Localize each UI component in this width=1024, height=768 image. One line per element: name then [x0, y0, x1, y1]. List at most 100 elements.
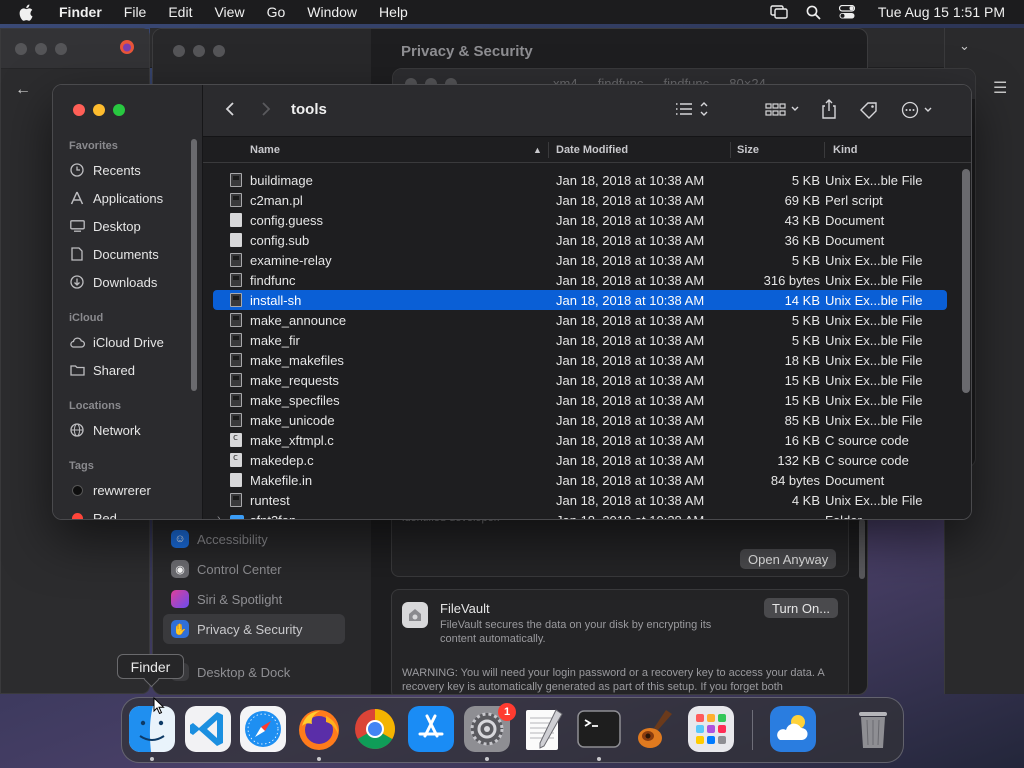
file-row[interactable]: make_makefiles Jan 18, 2018 at 10:38 AM 18… — [213, 350, 947, 370]
file-row[interactable]: install-sh Jan 18, 2018 at 10:38 AM 14 KB U… — [213, 290, 947, 310]
sidebar-item-applications[interactable]: Applications — [69, 187, 163, 209]
file-row[interactable]: examine-relay Jan 18, 2018 at 10:38 AM 5 K… — [213, 250, 947, 270]
back-arrow-icon[interactable]: ← — [15, 81, 31, 99]
window-minimize-button[interactable] — [93, 104, 105, 116]
dock-garageband-icon[interactable] — [632, 706, 678, 752]
dock-separator — [752, 710, 753, 750]
sidebar-item-documents[interactable]: Documents — [69, 243, 159, 265]
settings-item-privacy-security[interactable]: ✋ Privacy & Security — [163, 614, 345, 644]
sidebar-item-network[interactable]: Network — [69, 419, 141, 441]
dock-chrome-icon[interactable] — [352, 706, 398, 752]
file-row[interactable]: Makefile.in Jan 18, 2018 at 10:38 AM 84 by… — [213, 470, 947, 490]
sidebar-item-tag-red[interactable]: Red — [69, 507, 117, 519]
file-row[interactable]: make_requests Jan 18, 2018 at 10:38 AM 15 … — [213, 370, 947, 390]
column-header-date[interactable]: Date Modified — [556, 144, 628, 156]
file-date-modified: Jan 18, 2018 at 10:38 AM — [556, 473, 705, 488]
share-icon[interactable] — [821, 99, 837, 119]
applications-icon — [69, 190, 85, 206]
menu-app-name[interactable]: Finder — [59, 4, 102, 20]
tag-icon[interactable] — [859, 101, 879, 119]
sidebar-item-downloads[interactable]: Downloads — [69, 271, 157, 293]
hamburger-menu-icon[interactable]: ☰ — [993, 78, 1007, 98]
window-close-button[interactable] — [173, 45, 185, 57]
column-header-size[interactable]: Size — [737, 144, 759, 156]
dock-launchpad-icon[interactable] — [688, 706, 734, 752]
window-zoom-button[interactable] — [55, 42, 67, 55]
menu-window[interactable]: Window — [307, 4, 357, 20]
dock-firefox-icon[interactable] — [296, 706, 342, 752]
file-row[interactable]: findfunc Jan 18, 2018 at 10:38 AM 316 byte… — [213, 270, 947, 290]
file-kind: C source code — [825, 433, 909, 448]
file-list-scrollbar[interactable] — [962, 169, 970, 393]
settings-item-desktop-dock[interactable]: Desktop & Dock — [163, 657, 345, 687]
sidebar-item-tag-rewwrerer[interactable]: rewwrerer — [69, 479, 151, 501]
dock-app-store-icon[interactable] — [408, 706, 454, 752]
dock-textedit-icon[interactable] — [520, 706, 566, 752]
file-row[interactable]: config.guess Jan 18, 2018 at 10:38 AM 43 K… — [213, 210, 947, 230]
menu-edit[interactable]: Edit — [168, 4, 192, 20]
file-date-modified: Jan 18, 2018 at 10:38 AM — [556, 173, 705, 188]
file-row[interactable]: make_fir Jan 18, 2018 at 10:38 AM 5 KB Unix… — [213, 330, 947, 350]
list-view-icon[interactable] — [675, 101, 711, 117]
menu-help[interactable]: Help — [379, 4, 408, 20]
file-row[interactable]: buildimage Jan 18, 2018 at 10:38 AM 5 KB Un… — [213, 170, 947, 190]
background-window-titlebar — [1, 29, 149, 69]
window-zoom-button[interactable] — [213, 45, 225, 57]
dock-vscode-icon[interactable] — [185, 706, 231, 752]
settings-item-siri-spotlight[interactable]: Siri & Spotlight — [163, 584, 345, 614]
group-view-icon[interactable] — [765, 101, 801, 117]
menu-go[interactable]: Go — [267, 4, 286, 20]
apple-icon[interactable] — [19, 3, 37, 21]
sidebar-scrollbar[interactable] — [191, 139, 197, 391]
sidebar-item-icloud-drive[interactable]: iCloud Drive — [69, 331, 164, 353]
settings-scrollbar[interactable] — [859, 519, 865, 579]
file-row[interactable]: config.sub Jan 18, 2018 at 10:38 AM 36 KB D… — [213, 230, 947, 250]
file-row[interactable]: makedep.c Jan 18, 2018 at 10:38 AM 132 KB C… — [213, 450, 947, 470]
file-row[interactable]: make_announce Jan 18, 2018 at 10:38 AM 5 K… — [213, 310, 947, 330]
menu-clock[interactable]: Tue Aug 15 1:51 PM — [878, 4, 1005, 20]
column-header-name[interactable]: Name — [250, 144, 280, 156]
back-button[interactable] — [225, 101, 235, 117]
turn-on-filevault-button[interactable]: Turn On... — [764, 598, 839, 618]
file-row[interactable]: make_unicode Jan 18, 2018 at 10:38 AM 85 K… — [213, 410, 947, 430]
sidebar-item-desktop[interactable]: Desktop — [69, 215, 141, 237]
menu-file[interactable]: File — [124, 4, 147, 20]
document-icon — [69, 246, 85, 262]
forward-button[interactable] — [261, 101, 271, 117]
menu-view[interactable]: View — [214, 4, 244, 20]
control-center-icon[interactable] — [838, 5, 855, 19]
screen-mirroring-icon[interactable] — [770, 5, 788, 19]
file-list: buildimage Jan 18, 2018 at 10:38 AM 5 KB Un… — [203, 170, 971, 519]
window-minimize-button[interactable] — [193, 45, 205, 57]
column-header-kind[interactable]: Kind — [833, 144, 857, 156]
chevron-down-icon[interactable]: ⌄ — [959, 38, 970, 54]
dock-finder-icon[interactable] — [129, 706, 175, 752]
file-name: buildimage — [250, 173, 313, 188]
window-close-button[interactable] — [73, 104, 85, 116]
disclosure-triangle-icon[interactable]: › — [217, 513, 220, 519]
notification-badge: 1 — [498, 703, 516, 721]
sort-ascending-icon[interactable]: ▲ — [533, 145, 542, 155]
settings-item-control-center[interactable]: ◉ Control Center — [163, 554, 345, 584]
sidebar-item-recents[interactable]: Recents — [69, 159, 141, 181]
window-zoom-button[interactable] — [113, 104, 125, 116]
dock-terminal-icon[interactable] — [576, 706, 622, 752]
file-row[interactable]: make_specfiles Jan 18, 2018 at 10:38 AM 15… — [213, 390, 947, 410]
dock-trash-icon[interactable] — [850, 706, 896, 752]
file-row[interactable]: c2man.pl Jan 18, 2018 at 10:38 AM 69 KB Per… — [213, 190, 947, 210]
dock-weather-icon[interactable] — [770, 706, 816, 752]
dock-safari-icon[interactable] — [240, 706, 286, 752]
window-minimize-button[interactable] — [35, 42, 47, 55]
file-row[interactable]: runtest Jan 18, 2018 at 10:38 AM 4 KB Unix … — [213, 490, 947, 510]
file-name: make_makefiles — [250, 353, 344, 368]
window-close-button[interactable] — [15, 42, 27, 55]
sidebar-item-shared[interactable]: Shared — [69, 359, 135, 381]
more-actions-icon[interactable] — [901, 101, 937, 119]
file-row[interactable]: make_xftmpl.c Jan 18, 2018 at 10:38 AM 16 … — [213, 430, 947, 450]
open-anyway-button[interactable]: Open Anyway — [740, 549, 837, 569]
spotlight-search-icon[interactable] — [806, 5, 821, 20]
file-date-modified: Jan 18, 2018 at 10:38 AM — [556, 433, 705, 448]
settings-item-accessibility[interactable]: ☺ Accessibility — [163, 524, 345, 554]
file-name: config.sub — [250, 233, 310, 248]
file-row[interactable]: › sfnt2fon Jan 18, 2018 at 10:38 AM -- Folde… — [213, 510, 947, 519]
